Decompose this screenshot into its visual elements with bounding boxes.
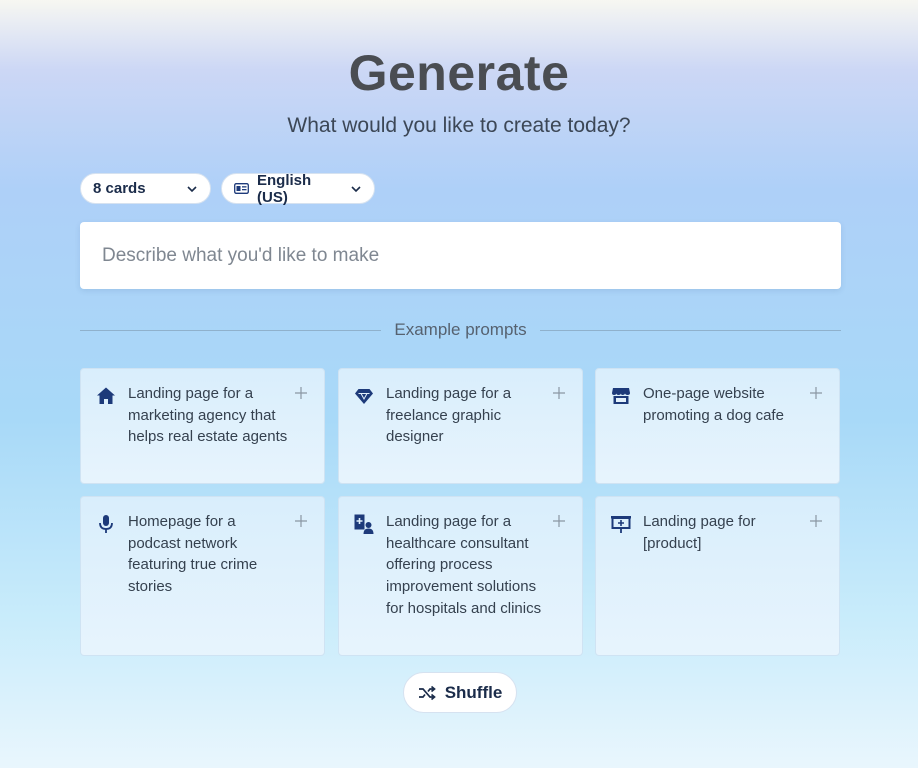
example-prompt-text: Landing page for a healthcare consultant… [386,513,542,617]
microphone-icon [95,513,117,535]
card-count-dropdown[interactable]: 8 cards [80,173,211,204]
example-prompt-card[interactable]: Landing page for a healthcare consultant… [338,496,583,656]
example-prompt-card[interactable]: Landing page for a marketing agency that… [80,368,325,484]
example-prompt-card[interactable]: Homepage for a podcast network featuring… [80,496,325,656]
language-label: English (US) [257,171,312,206]
example-prompt-text: Homepage for a podcast network featuring… [128,513,258,596]
example-prompt-card[interactable]: One-page website promoting a dog cafe [595,368,840,484]
example-prompt-card[interactable]: Landing page for [product] [595,496,840,656]
add-prompt-icon[interactable] [810,387,822,399]
chevron-down-icon [350,183,362,195]
divider-line [539,329,841,331]
shuffle-icon [418,685,436,701]
example-prompt-text: One-page website promoting a dog cafe [643,385,784,424]
shuffle-button[interactable]: Shuffle [403,672,517,713]
example-prompt-text: Landing page for a freelance graphic des… [386,385,512,446]
language-icon [234,183,249,194]
add-prompt-icon[interactable] [553,387,565,399]
shuffle-label: Shuffle [444,682,503,702]
presentation-board-icon [610,513,632,535]
consultant-icon [353,513,375,535]
page-subtitle: What would you like to create today? [287,114,631,137]
prompt-input[interactable] [100,243,821,268]
add-prompt-icon[interactable] [810,515,822,527]
chevron-down-icon [186,183,198,195]
gem-icon [353,385,375,407]
example-prompts-heading: Example prompts [394,320,527,339]
example-prompts-divider: Example prompts [80,318,841,342]
store-icon [610,385,632,407]
example-prompt-card[interactable]: Landing page for a freelance graphic des… [338,368,583,484]
card-count-label: 8 cards [93,180,146,197]
house-icon [95,385,117,407]
example-prompt-text: Landing page for [product] [643,513,756,552]
page-title: Generate [348,45,570,101]
add-prompt-icon[interactable] [295,387,307,399]
add-prompt-icon[interactable] [295,515,307,527]
example-prompt-text: Landing page for a marketing agency that… [128,385,288,446]
add-prompt-icon[interactable] [553,515,565,527]
divider-line [80,329,382,331]
prompt-input-box[interactable] [80,222,841,289]
language-dropdown[interactable]: English (US) [221,171,375,206]
